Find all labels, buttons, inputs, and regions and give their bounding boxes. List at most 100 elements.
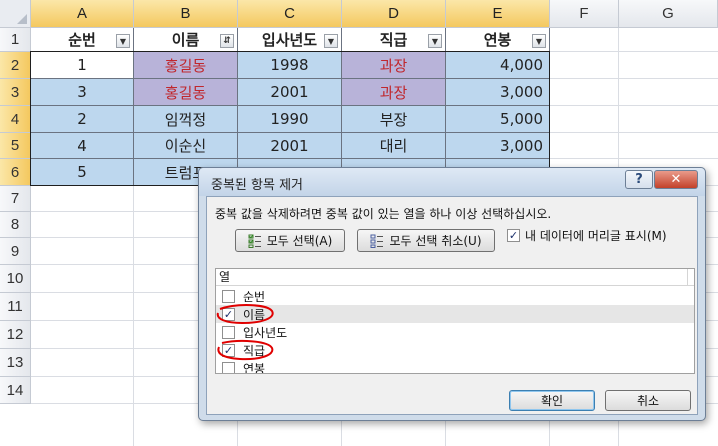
filter-dropdown-icon[interactable]: ▼ — [324, 34, 338, 48]
column-option[interactable]: 연봉 — [216, 359, 694, 374]
header-checkbox-label: 내 데이터에 머리글 표시(M) — [525, 229, 667, 243]
table-cell[interactable]: 2001 — [238, 133, 342, 159]
table-cell[interactable]: 과장 — [342, 79, 446, 106]
table-cell-value: 과장 — [379, 83, 408, 102]
row-header-7[interactable]: 7 — [0, 186, 31, 212]
table-cell[interactable]: 5,000 — [446, 106, 550, 133]
row-header-9[interactable]: 9 — [0, 238, 31, 265]
table-cell[interactable]: 4 — [31, 133, 134, 159]
column-header-g[interactable]: G — [619, 0, 718, 28]
cancel-button[interactable]: 취소 — [605, 390, 691, 411]
row-header-3[interactable]: 3 — [0, 79, 31, 106]
table-cell[interactable]: 3 — [31, 79, 134, 106]
table-cell-value: 3,000 — [500, 136, 543, 155]
table-header-0[interactable]: 순번 ▼ — [31, 28, 134, 52]
table-cell-value: 2001 — [270, 136, 309, 155]
table-cell-value: 5 — [77, 163, 87, 181]
column-header-a[interactable]: A — [31, 0, 134, 28]
table-cell-value: 홍길동 — [164, 83, 207, 102]
table-header-3[interactable]: 직급 ▼ — [342, 28, 446, 52]
table-cell[interactable]: 과장 — [342, 52, 446, 79]
header-checkbox[interactable]: ✓ — [507, 229, 520, 242]
filter-dropdown-icon[interactable]: ▼ — [116, 34, 130, 48]
column-option-label: 직급 — [243, 343, 266, 358]
table-cell[interactable]: 4,000 — [446, 52, 550, 79]
select-all-corner[interactable] — [0, 0, 31, 28]
table-cell[interactable]: 홍길동 — [134, 52, 238, 79]
column-option-checkbox[interactable]: ✓ — [222, 343, 235, 357]
table-header-4-value: 연봉 — [483, 31, 512, 49]
column-option-checkbox[interactable]: ✓ — [222, 307, 235, 321]
table-header-1-value: 이름 — [171, 31, 200, 49]
column-option-checkbox[interactable] — [222, 361, 235, 373]
cancel-label: 취소 — [636, 394, 660, 408]
row-header-4[interactable]: 4 — [0, 106, 31, 133]
row-header-8[interactable]: 8 — [0, 212, 31, 238]
row-header-14[interactable]: 14 — [0, 377, 31, 404]
help-button[interactable]: ? — [625, 170, 653, 189]
column-option[interactable]: 순번 — [216, 287, 694, 305]
table-cell[interactable]: 홍길동 — [134, 79, 238, 106]
dialog-title: 중복된 항목 제거 — [211, 178, 303, 193]
filter-dropdown-icon[interactable]: ⇵ — [220, 34, 234, 48]
column-header-f[interactable]: F — [550, 0, 619, 28]
column-option-checkbox[interactable] — [222, 289, 235, 303]
ok-button[interactable]: 확인 — [509, 390, 595, 411]
table-cell-value: 3 — [77, 83, 87, 101]
columns-list[interactable]: 열 순번 ✓ 이름 입사년도 ✓ 직급연봉 — [215, 268, 695, 374]
column-header-c[interactable]: C — [238, 0, 342, 28]
table-cell[interactable]: 2 — [31, 106, 134, 133]
select-all-label: 모두 선택(A) — [266, 234, 333, 248]
table-cell-value: 2 — [77, 110, 87, 128]
column-option[interactable]: 입사년도 — [216, 323, 694, 341]
select-all-button[interactable]: 모두 선택(A) — [235, 229, 345, 252]
table-cell[interactable]: 부장 — [342, 106, 446, 133]
row-header-10[interactable]: 10 — [0, 265, 31, 293]
column-header-e[interactable]: E — [446, 0, 550, 28]
row-header-1[interactable]: 1 — [0, 28, 31, 52]
table-cell[interactable]: 이순신 — [134, 133, 238, 159]
table-cell[interactable]: 5 — [31, 159, 134, 186]
column-option-label: 이름 — [243, 307, 266, 322]
row-header-2[interactable]: 2 — [0, 52, 31, 79]
row-header-12[interactable]: 12 — [0, 321, 31, 349]
table-cell-value: 4,000 — [500, 56, 543, 74]
table-header-3-value: 직급 — [379, 31, 408, 49]
table-cell-value: 1998 — [270, 56, 309, 74]
columns-list-header: 열 — [216, 269, 694, 286]
row-header-11[interactable]: 11 — [0, 293, 31, 321]
table-cell-value: 임꺽정 — [164, 110, 207, 129]
filter-dropdown-icon[interactable]: ▼ — [428, 34, 442, 48]
dialog-titlebar[interactable]: 중복된 항목 제거 ? ✕ — [199, 168, 705, 196]
dialog-body: 중복 값을 삭제하려면 중복 값이 있는 열을 하나 이상 선택하십시오. 모두… — [206, 196, 698, 415]
table-cell[interactable]: 1 — [31, 52, 134, 79]
column-header-b[interactable]: B — [134, 0, 238, 28]
column-option-checkbox[interactable] — [222, 325, 235, 339]
table-header-1[interactable]: 이름 ⇵ — [134, 28, 238, 52]
unselect-all-button[interactable]: 모두 선택 취소(U) — [357, 229, 495, 252]
table-header-4[interactable]: 연봉 ▼ — [446, 28, 550, 52]
checklist-icon — [248, 234, 261, 248]
column-header-d[interactable]: D — [342, 0, 446, 28]
row-header-13[interactable]: 13 — [0, 349, 31, 377]
column-option[interactable]: ✓ 이름 — [216, 305, 694, 323]
column-option[interactable]: ✓ 직급 — [216, 341, 694, 359]
table-cell[interactable]: 임꺽정 — [134, 106, 238, 133]
table-cell[interactable]: 대리 — [342, 133, 446, 159]
table-cell[interactable]: 3,000 — [446, 79, 550, 106]
table-cell-value: 2001 — [270, 83, 309, 101]
table-cell[interactable]: 1990 — [238, 106, 342, 133]
table-cell-value: 이순신 — [164, 137, 207, 155]
table-cell-value: 1990 — [270, 110, 309, 128]
column-option-label: 연봉 — [243, 361, 266, 374]
table-cell[interactable]: 2001 — [238, 79, 342, 106]
instruction-text: 중복 값을 삭제하려면 중복 값이 있는 열을 하나 이상 선택하십시오. — [215, 207, 552, 221]
header-checkbox-row[interactable]: ✓ 내 데이터에 머리글 표시(M) — [507, 227, 667, 244]
row-header-5[interactable]: 5 — [0, 133, 31, 159]
table-header-2[interactable]: 입사년도 ▼ — [238, 28, 342, 52]
table-cell[interactable]: 1998 — [238, 52, 342, 79]
row-header-6[interactable]: 6 — [0, 159, 31, 186]
close-button[interactable]: ✕ — [654, 170, 698, 189]
table-cell[interactable]: 3,000 — [446, 133, 550, 159]
filter-dropdown-icon[interactable]: ▼ — [532, 34, 546, 48]
